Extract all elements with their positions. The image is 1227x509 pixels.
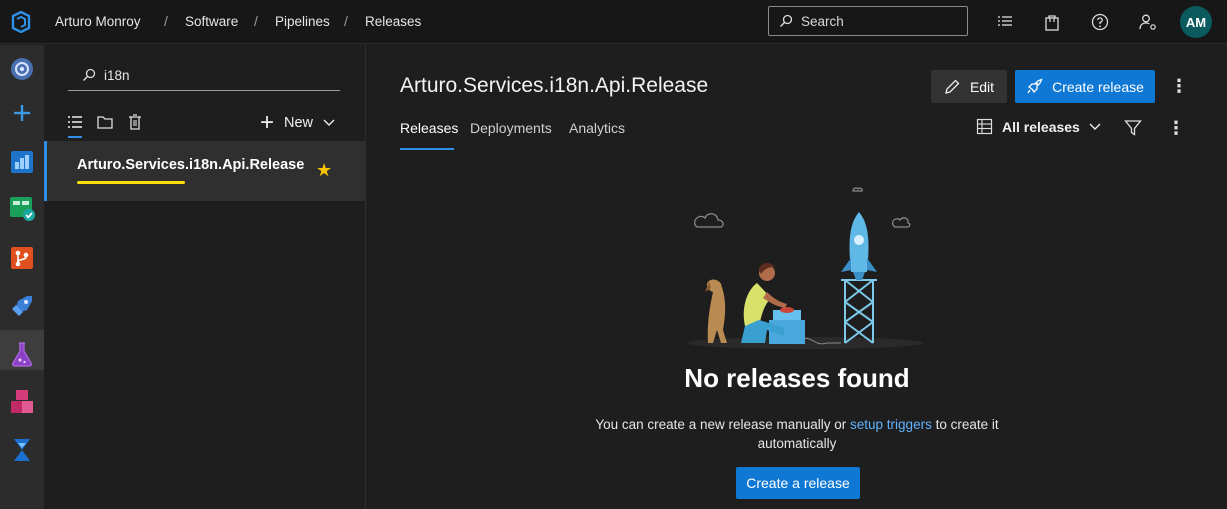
rocket-icon <box>1027 78 1043 94</box>
definitions-filter-input[interactable]: i18n <box>68 65 340 91</box>
create-a-release-button[interactable]: Create a release <box>736 467 860 499</box>
highlight-underline <box>77 181 185 184</box>
extension-hourglass-icon[interactable] <box>7 435 37 465</box>
filter-funnel-icon[interactable] <box>1124 119 1142 137</box>
chevron-down-icon <box>1089 123 1101 130</box>
list-item[interactable]: Arturo.Services.i18n.Api.Release ★ <box>44 141 365 201</box>
main-content: Arturo.Services.i18n.Api.Release Edit Cr… <box>367 45 1227 509</box>
create-release-label: Create release <box>1052 78 1144 95</box>
search-input[interactable]: Search <box>768 6 968 36</box>
list-view-icon[interactable] <box>66 114 84 130</box>
empty-state-title: No releases found <box>684 363 910 393</box>
task-list-icon[interactable] <box>995 12 1015 32</box>
edit-button[interactable]: Edit <box>931 70 1007 103</box>
chevron-down-icon <box>323 119 335 126</box>
breadcrumb-releases[interactable]: Releases <box>365 14 421 29</box>
page-title: Arturo.Services.i18n.Api.Release <box>400 74 709 97</box>
favorite-star-icon[interactable]: ★ <box>316 160 332 181</box>
table-view-icon <box>976 118 993 135</box>
help-icon[interactable] <box>1090 12 1110 32</box>
boards-icon[interactable] <box>7 193 37 223</box>
user-settings-icon[interactable] <box>1138 12 1158 32</box>
active-tab-indicator <box>400 148 454 150</box>
add-icon[interactable] <box>7 98 37 128</box>
create-release-button[interactable]: Create release <box>1015 70 1155 103</box>
repos-icon[interactable] <box>7 243 37 273</box>
empty-state-illustration <box>687 187 923 349</box>
delete-trash-icon[interactable] <box>126 114 144 130</box>
tab-deployments[interactable]: Deployments <box>470 120 552 136</box>
filter-value: i18n <box>104 68 130 83</box>
more-actions-icon[interactable]: ⋮ <box>1170 76 1188 96</box>
release-definition-name: Arturo.Services.i18n.Api.Release <box>77 157 305 173</box>
tab-releases[interactable]: Releases <box>400 120 458 136</box>
more-options-icon[interactable]: ⋮ <box>1167 118 1185 138</box>
avatar[interactable]: AM <box>1180 6 1212 38</box>
new-button-label: New <box>284 115 314 131</box>
empty-desc-text: You can create a new release manually or <box>595 417 851 432</box>
view-selector-dropdown[interactable]: All releases <box>976 118 1101 135</box>
active-view-indicator <box>68 136 82 138</box>
pipelines-icon[interactable] <box>7 291 37 321</box>
breadcrumb-project[interactable]: Software <box>185 14 238 29</box>
breadcrumb-separator: / <box>344 13 348 29</box>
new-pipeline-button[interactable]: + New <box>260 109 335 136</box>
search-placeholder: Search <box>801 14 844 29</box>
empty-state-description: You can create a new release manually or… <box>587 415 1007 453</box>
breadcrumb-pipelines[interactable]: Pipelines <box>275 14 330 29</box>
search-icon <box>780 14 793 27</box>
artifacts-icon[interactable] <box>7 387 37 417</box>
pencil-icon <box>945 79 960 94</box>
project-overview-icon[interactable] <box>7 54 37 84</box>
breadcrumb-separator: / <box>254 13 258 29</box>
plus-icon: + <box>260 109 275 136</box>
edit-label: Edit <box>969 78 995 95</box>
breadcrumb-org[interactable]: Arturo Monroy <box>55 14 141 29</box>
overview-dashboard-icon[interactable] <box>7 147 37 177</box>
definitions-panel: i18n + New Arturo.Services.i18n.Api.Rele… <box>44 45 366 509</box>
search-icon <box>83 68 96 81</box>
azure-devops-logo-icon[interactable] <box>10 11 32 33</box>
test-plans-icon[interactable] <box>7 339 37 369</box>
marketplace-bag-icon[interactable] <box>1042 12 1062 32</box>
breadcrumb-separator: / <box>164 13 168 29</box>
view-selector-label: All releases <box>1002 118 1080 135</box>
tab-analytics[interactable]: Analytics <box>569 120 625 136</box>
setup-triggers-link[interactable]: setup triggers <box>850 417 932 432</box>
left-nav <box>0 45 44 509</box>
top-bar: Arturo Monroy / Software / Pipelines / R… <box>0 0 1227 44</box>
folder-icon[interactable] <box>96 114 114 130</box>
